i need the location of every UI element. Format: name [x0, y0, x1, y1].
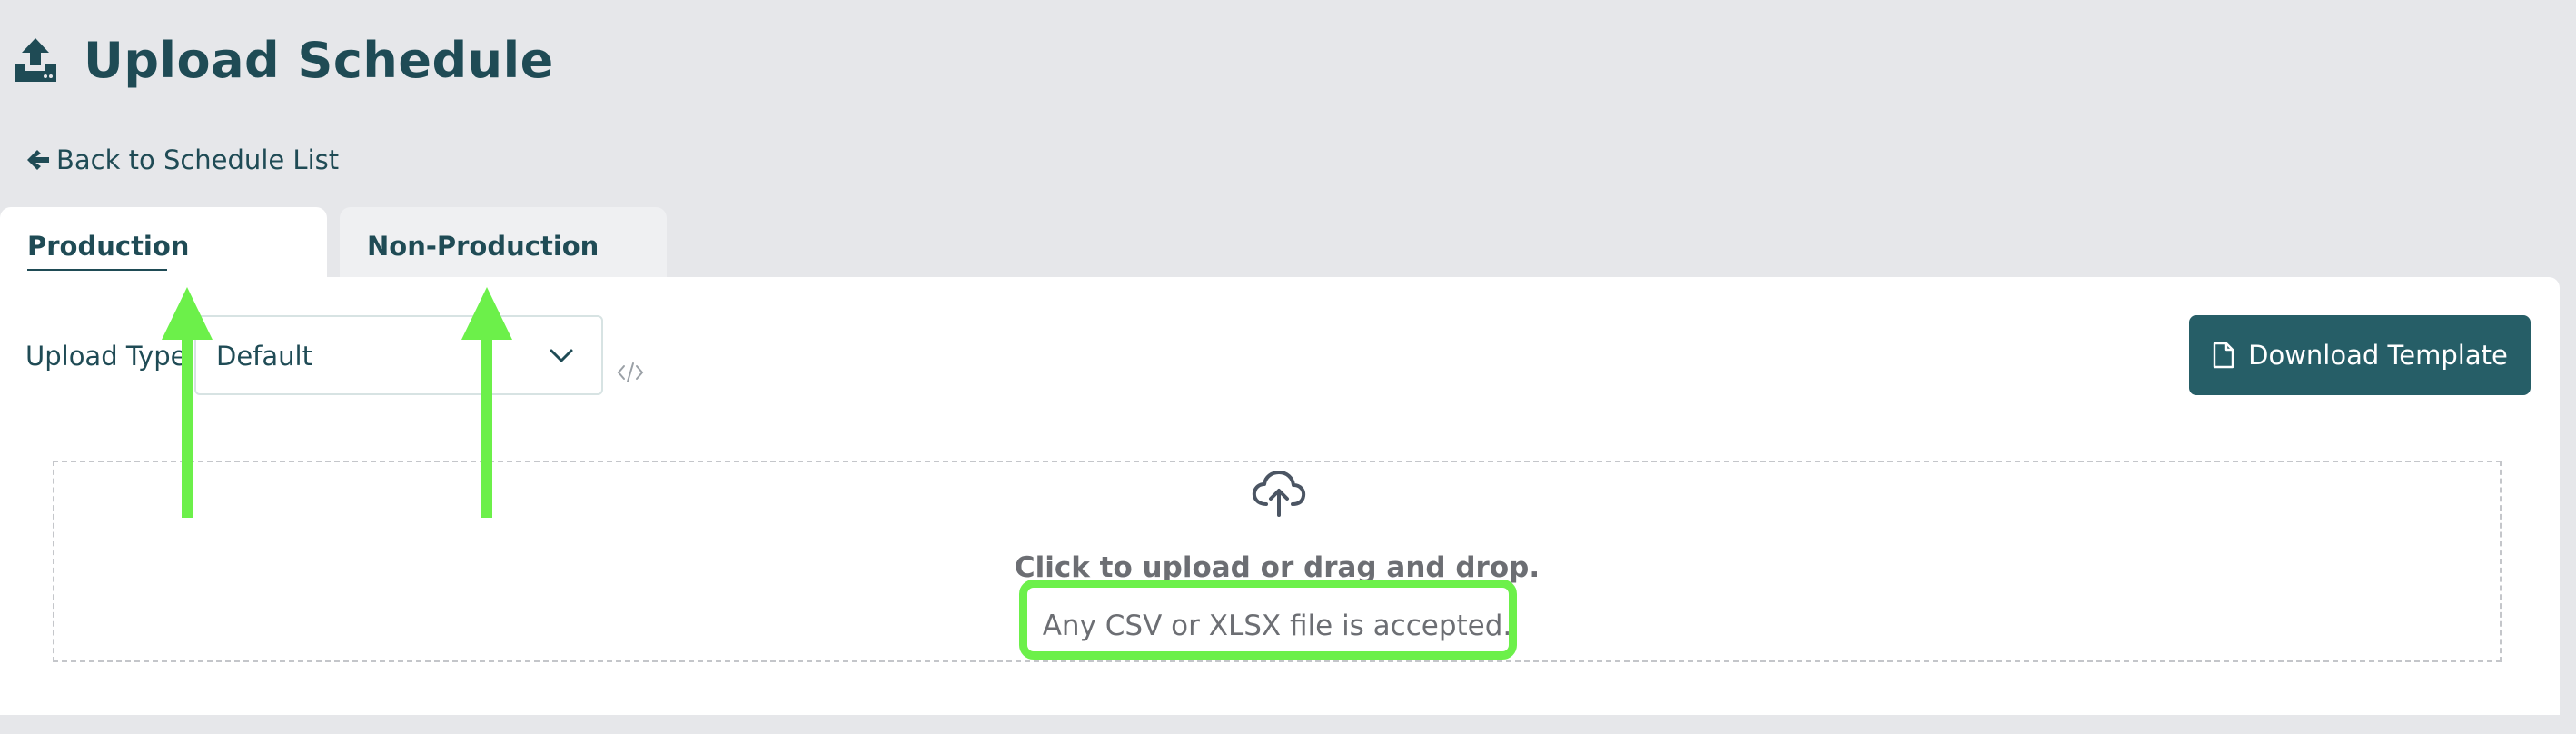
annotation-arrow-production — [162, 287, 213, 518]
download-template-button[interactable]: Download Template — [2189, 315, 2531, 395]
tab-non-production-label: Non-Production — [367, 231, 599, 262]
download-template-label: Download Template — [2248, 340, 2508, 371]
chevron-down-icon — [550, 349, 573, 362]
file-icon — [2213, 342, 2234, 369]
annotation-highlight-box — [1019, 580, 1517, 660]
upload-type-selected-value: Default — [216, 341, 312, 372]
cloud-upload-icon — [1252, 471, 1306, 517]
page-header: Upload Schedule — [13, 27, 554, 93]
code-icon[interactable] — [616, 361, 645, 384]
arrow-left-icon — [27, 150, 49, 170]
back-to-schedule-list-link[interactable]: Back to Schedule List — [25, 144, 339, 176]
annotation-arrow-non-production — [461, 287, 512, 518]
tab-production[interactable]: Production — [0, 207, 327, 278]
active-tab-underline — [27, 269, 167, 271]
tab-non-production[interactable]: Non-Production — [340, 207, 667, 278]
upload-type-select[interactable]: Default — [194, 315, 603, 395]
page-title: Upload Schedule — [84, 31, 554, 89]
tab-production-label: Production — [27, 231, 190, 262]
back-link-label: Back to Schedule List — [56, 144, 340, 175]
upload-icon — [15, 38, 56, 82]
